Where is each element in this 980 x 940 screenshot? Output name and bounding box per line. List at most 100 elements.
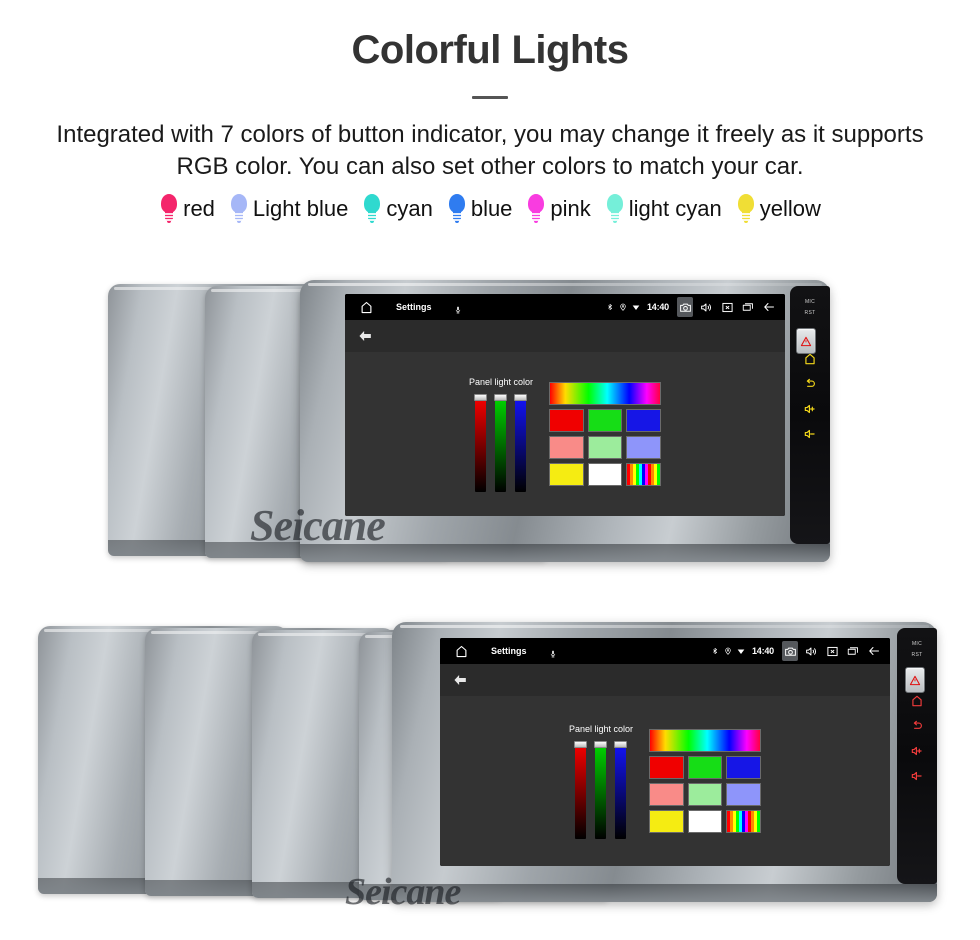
green-slider[interactable] [494,393,508,492]
slider-knob[interactable] [574,740,588,748]
swatch-white[interactable] [587,463,623,486]
android-screen[interactable]: Settings 14:40 Panel light color [440,638,890,866]
statusbar-recents-icon[interactable] [845,641,861,661]
legend-item-light-blue: Light blue [229,194,348,224]
red-slider[interactable] [474,393,488,492]
wifi-icon [632,302,640,312]
swatch-yellow[interactable] [549,463,584,486]
rst-label: RST [804,310,816,316]
system-icons: 14:40 [711,641,884,661]
volume-down-icon[interactable] [910,769,924,783]
screen-title: Settings [491,646,527,656]
status-bar: Settings 14:40 [345,294,785,320]
clock: 14:40 [751,646,774,656]
location-icon [619,302,627,312]
swatch-salmon[interactable] [549,436,584,459]
back-icon[interactable] [803,377,817,391]
swatch-white[interactable] [687,810,723,833]
slider-knob[interactable] [614,740,628,748]
swatch-red[interactable] [649,756,684,779]
bluetooth-icon [606,302,614,312]
swatch-lightgreen[interactable] [687,783,723,806]
microphone-icon[interactable] [454,301,462,314]
slider-knob[interactable] [594,740,608,748]
home-icon[interactable] [910,694,924,708]
mic-label: MIC [804,299,816,305]
back-icon[interactable] [910,719,924,733]
green-slider[interactable] [594,740,608,839]
spectrum-bar[interactable] [549,382,662,405]
hazard-warning-button[interactable] [796,328,816,354]
swatch-blue[interactable] [726,756,761,779]
swatch-periwinkle[interactable] [726,783,761,806]
swatch-yellow[interactable] [649,810,684,833]
spectrum-bar[interactable] [649,729,762,752]
statusbar-camera-icon[interactable] [782,641,798,661]
statusbar-recents-icon[interactable] [740,297,756,317]
swatch-green[interactable] [587,409,623,432]
panel-light-color-label: Panel light color [568,723,634,734]
bluetooth-icon [711,646,719,656]
color-swatch-grid [649,729,762,833]
statusbar-close-icon[interactable] [719,297,735,317]
swatch-row [549,409,661,432]
blue-slider[interactable] [614,740,628,839]
statusbar-volume-icon[interactable] [803,641,819,661]
swatch-rainbow[interactable] [626,463,661,486]
swatch-row [549,463,661,486]
bulb-icon [447,194,467,224]
statusbar-volume-icon[interactable] [698,297,714,317]
statusbar-back-icon[interactable] [866,641,882,661]
volume-up-icon[interactable] [910,744,924,758]
back-arrow-icon[interactable] [452,673,468,687]
android-screen[interactable]: Settings 14:40 Panel light color [345,294,785,516]
slider-knob[interactable] [494,393,508,401]
legend-item-pink: pink [526,194,591,224]
swatch-row [649,783,761,806]
red-slider[interactable] [574,740,588,839]
swatch-salmon[interactable] [649,783,684,806]
bulb-icon [605,194,625,224]
swatch-red[interactable] [549,409,584,432]
swatch-periwinkle[interactable] [626,436,661,459]
rgb-sliders [474,393,528,492]
bulb-icon [362,194,382,224]
microphone-icon[interactable] [549,645,557,658]
swatch-rainbow[interactable] [726,810,761,833]
swatch-blue[interactable] [626,409,661,432]
panel-light-color-label: Panel light color [468,376,534,387]
legend-item-label: pink [550,196,591,222]
legend-item-cyan: cyan [362,194,433,224]
volume-down-icon[interactable] [803,427,817,441]
statusbar-back-icon[interactable] [761,297,777,317]
swatch-green[interactable] [687,756,723,779]
app-bar [440,664,890,696]
clock: 14:40 [646,302,669,312]
hazard-warning-button[interactable] [905,667,925,693]
page-subtitle: Integrated with 7 colors of button indic… [56,121,924,180]
home-icon[interactable] [359,300,374,315]
bulb-icon [159,194,179,224]
home-icon[interactable] [803,352,817,366]
legend-item-label: cyan [386,196,433,222]
page-root: Colorful Lights Integrated with 7 colors… [0,0,980,940]
home-icon[interactable] [454,644,469,659]
legend-item-yellow: yellow [736,194,821,224]
back-arrow-icon[interactable] [357,329,373,343]
swatch-lightgreen[interactable] [587,436,623,459]
slider-knob[interactable] [514,393,528,401]
swatch-row [549,436,661,459]
legend-item-light-cyan: light cyan [605,194,722,224]
rgb-sliders [574,740,628,839]
statusbar-camera-icon[interactable] [677,297,693,317]
screen-title: Settings [396,302,432,312]
volume-up-icon[interactable] [803,402,817,416]
legend-item-red: red [159,194,215,224]
blue-slider[interactable] [514,393,528,492]
swatch-row [649,810,761,833]
slider-knob[interactable] [474,393,488,401]
statusbar-close-icon[interactable] [824,641,840,661]
location-icon [724,646,732,656]
swatch-row [649,756,761,779]
title-divider-wrap [0,96,980,99]
